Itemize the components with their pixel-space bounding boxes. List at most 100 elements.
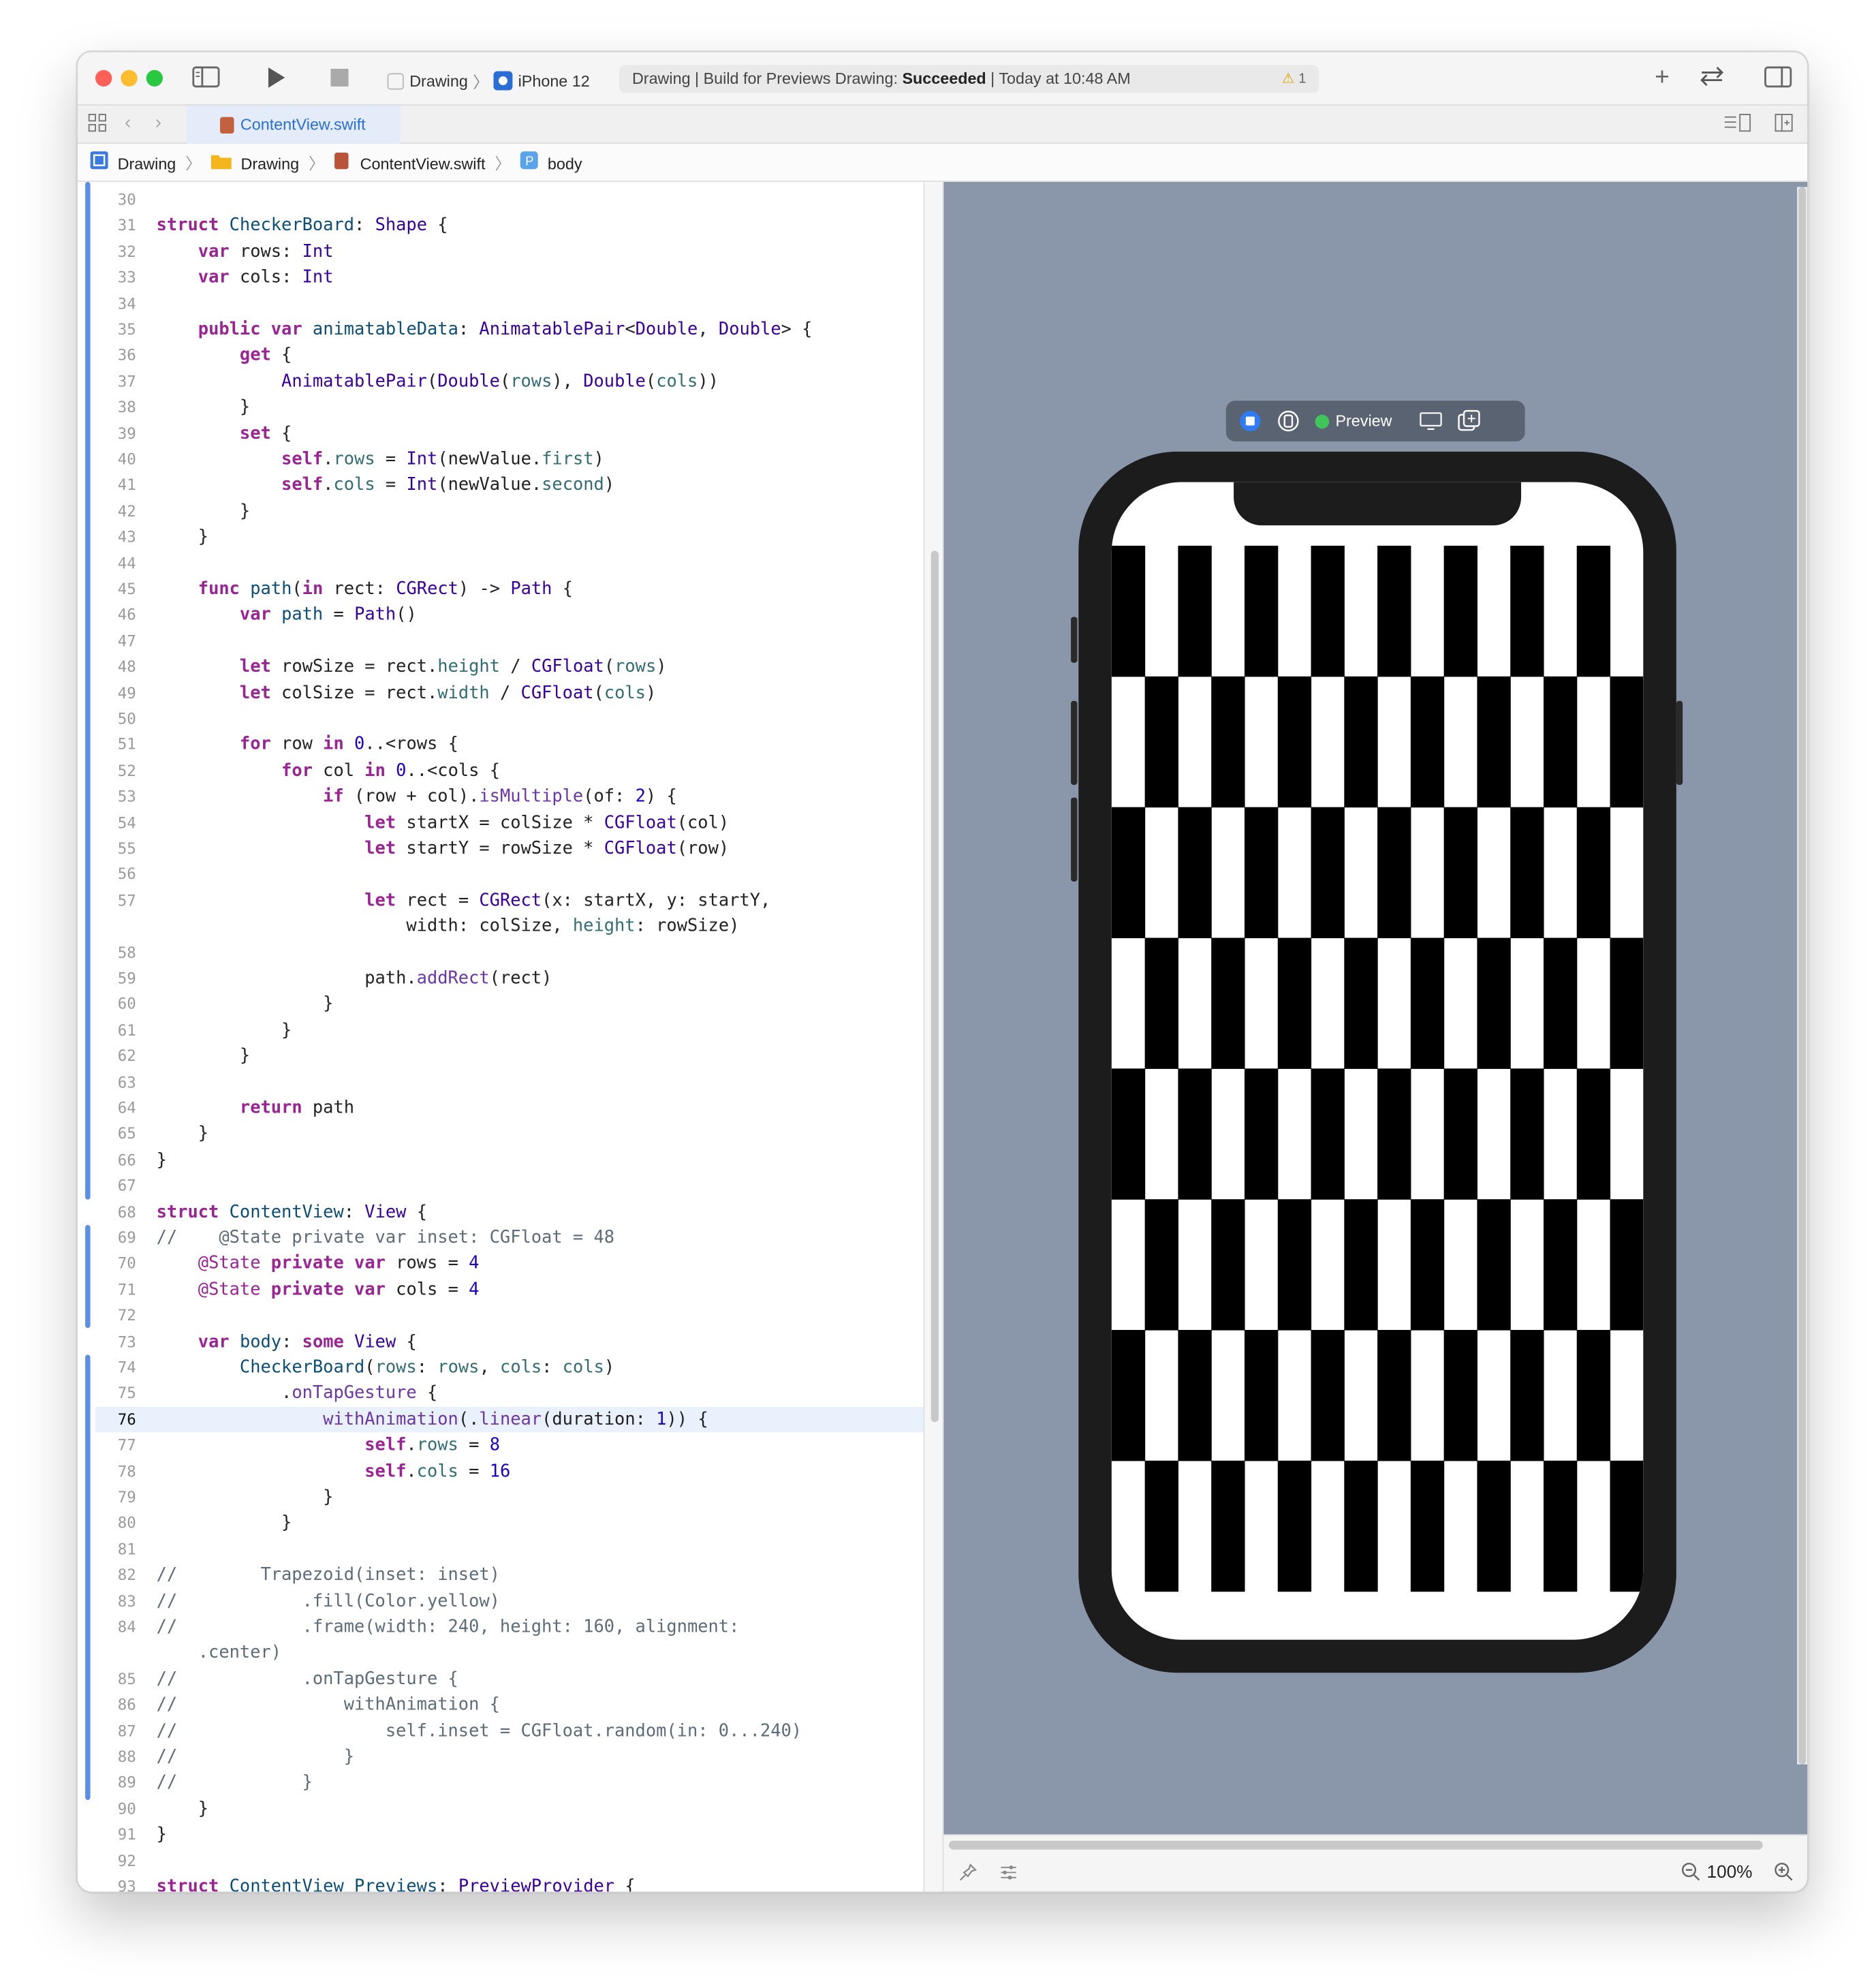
code-line[interactable]: var path = Path() <box>157 605 417 625</box>
code-line[interactable]: for col in 0..<cols { <box>157 760 500 781</box>
code-line[interactable]: set { <box>157 423 292 444</box>
code-line[interactable]: width: colSize, height: rowSize) <box>157 916 739 937</box>
code-line[interactable]: .onTapGesture { <box>157 1383 437 1403</box>
add-icon[interactable]: + <box>1655 63 1670 93</box>
code-line[interactable]: } <box>157 1799 208 1819</box>
selectable-mode-icon[interactable] <box>1277 409 1300 433</box>
code-line[interactable]: } <box>157 1123 208 1144</box>
code-line[interactable]: CheckerBoard(rows: rows, cols: cols) <box>157 1357 614 1378</box>
code-line[interactable]: } <box>157 1149 167 1170</box>
duplicate-preview-icon[interactable] <box>1458 409 1482 433</box>
breadcrumb-file[interactable]: ContentView.swift <box>360 144 486 183</box>
code-line[interactable]: } <box>157 501 250 521</box>
checkerboard[interactable] <box>1111 482 1644 1640</box>
code-line[interactable]: let rect = CGRect(x: startX, y: startY, <box>157 890 770 911</box>
code-line[interactable]: self.rows = Int(newValue.first) <box>157 449 604 469</box>
device-settings-icon[interactable] <box>1420 409 1443 433</box>
editor-options-icon[interactable] <box>1723 113 1751 137</box>
code-line[interactable]: } <box>157 1513 292 1534</box>
line-number: 75 <box>117 1384 136 1403</box>
zoom-window-button[interactable] <box>146 69 163 87</box>
code-line[interactable]: if (row + col).isMultiple(of: 2) { <box>157 786 677 807</box>
code-line[interactable]: struct CheckerBoard: Shape { <box>157 215 448 236</box>
back-icon[interactable]: ‹ <box>125 112 131 134</box>
code-line[interactable]: } <box>157 1487 333 1508</box>
code-line[interactable]: // self.inset = CGFloat.random(in: 0...2… <box>157 1720 802 1741</box>
line-number: 55 <box>117 839 136 858</box>
editor-scrollbar[interactable] <box>923 181 944 1892</box>
code-review-icon[interactable] <box>1698 65 1726 93</box>
line-number: 81 <box>117 1540 136 1558</box>
code-line[interactable]: let colSize = rect.width / CGFloat(cols) <box>157 683 656 703</box>
add-editor-icon[interactable] <box>1775 113 1794 137</box>
canvas-scrollbar[interactable] <box>1797 187 1808 1765</box>
code-line[interactable]: // withAnimation { <box>157 1694 500 1715</box>
code-line[interactable]: } <box>157 994 333 1014</box>
code-line[interactable]: var cols: Int <box>157 267 334 288</box>
code-line[interactable]: func path(in rect: CGRect) -> Path { <box>157 579 573 600</box>
close-window-button[interactable] <box>95 69 112 87</box>
code-line[interactable]: get { <box>157 345 292 366</box>
run-button[interactable] <box>266 66 286 94</box>
stop-button[interactable] <box>330 68 349 92</box>
code-line[interactable]: } <box>157 1020 292 1040</box>
code-line[interactable]: let startY = rowSize * CGFloat(row) <box>157 838 729 858</box>
navigator-toggle-icon[interactable] <box>192 66 220 93</box>
code-line[interactable]: self.cols = Int(newValue.second) <box>157 475 614 495</box>
breadcrumb-symbol[interactable]: body <box>548 144 582 183</box>
device-icon <box>494 71 514 91</box>
checker-cell <box>1576 807 1611 939</box>
code-line[interactable]: @State private var rows = 4 <box>157 1254 480 1274</box>
code-line[interactable]: AnimatablePair(Double(rows), Double(cols… <box>157 371 719 392</box>
checker-cell <box>1610 676 1644 808</box>
code-line[interactable]: // } <box>157 1747 354 1767</box>
code-line[interactable]: self.rows = 8 <box>157 1435 500 1455</box>
code-line[interactable]: for row in 0..<rows { <box>157 734 458 755</box>
canvas-hscroll-thumb[interactable] <box>948 1840 1763 1850</box>
code-line[interactable]: .center) <box>157 1643 281 1663</box>
code-line[interactable]: } <box>157 1825 167 1845</box>
code-line[interactable]: } <box>157 397 250 418</box>
code-line[interactable]: struct ContentView_Previews: PreviewProv… <box>157 1876 636 1891</box>
code-line[interactable]: self.cols = 16 <box>157 1461 510 1482</box>
scroll-thumb[interactable] <box>1798 187 1807 1765</box>
code-line[interactable]: } <box>157 527 208 547</box>
code-line[interactable]: // .fill(Color.yellow) <box>157 1591 500 1611</box>
line-number: 34 <box>117 294 136 313</box>
code-line[interactable]: // .frame(width: 240, height: 160, align… <box>157 1617 740 1637</box>
tab-contentview[interactable]: ContentView.swift <box>187 105 401 144</box>
code-line[interactable]: // } <box>157 1773 313 1793</box>
code-line[interactable]: let startX = colSize * CGFloat(col) <box>157 812 729 833</box>
grid-icon[interactable] <box>88 113 107 137</box>
code-line[interactable]: // .onTapGesture { <box>157 1669 458 1689</box>
code-line[interactable]: var body: some View { <box>157 1331 417 1352</box>
line-number: 35 <box>117 320 136 339</box>
code-line[interactable]: // @State private var inset: CGFloat = 4… <box>157 1228 614 1248</box>
zoom-out-icon[interactable] <box>1681 1862 1700 1886</box>
pin-icon[interactable] <box>959 1863 978 1887</box>
notch <box>1234 482 1522 526</box>
code-line[interactable]: // Trapezoid(inset: inset) <box>157 1565 500 1585</box>
code-line[interactable]: path.addRect(rect) <box>157 968 552 989</box>
forward-icon[interactable]: › <box>155 112 161 134</box>
line-number: 90 <box>117 1799 136 1818</box>
code-line[interactable]: var rows: Int <box>157 241 334 262</box>
code-line[interactable]: @State private var cols = 4 <box>157 1279 480 1300</box>
code-line[interactable]: return path <box>157 1098 354 1118</box>
live-preview-icon[interactable] <box>1239 409 1262 433</box>
source-editor[interactable]: 30 31 struct CheckerBoard: Shape {32 var r… <box>77 181 924 1892</box>
warning-indicator[interactable]: ⚠ 1 <box>1282 65 1307 93</box>
breadcrumb-project[interactable]: Drawing <box>118 144 176 183</box>
zoom-in-icon[interactable] <box>1775 1862 1794 1886</box>
scheme-selector[interactable]: Drawing 〉 iPhone 12 <box>387 69 590 93</box>
code-line[interactable]: withAnimation(.linear(duration: 1)) { <box>157 1409 708 1429</box>
breadcrumb-folder[interactable]: Drawing <box>240 144 299 183</box>
code-line[interactable]: public var animatableData: AnimatablePai… <box>157 320 813 340</box>
code-line[interactable]: let rowSize = rect.height / CGFloat(rows… <box>157 657 667 677</box>
adjust-icon[interactable] <box>1000 1863 1018 1887</box>
code-line[interactable]: } <box>157 1046 250 1066</box>
minimize-window-button[interactable] <box>121 69 138 87</box>
inspector-toggle-icon[interactable] <box>1764 66 1792 93</box>
scroll-thumb[interactable] <box>931 550 939 1423</box>
code-line[interactable]: struct ContentView: View { <box>157 1202 427 1222</box>
